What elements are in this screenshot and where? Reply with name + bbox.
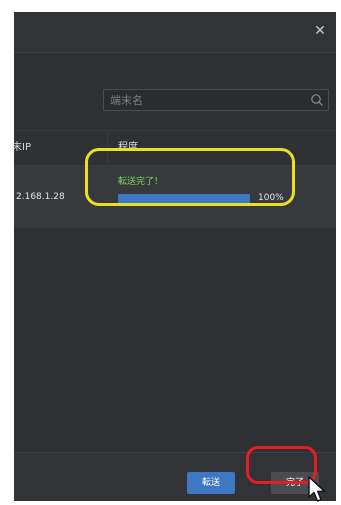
table-header: 末IP 程度 xyxy=(14,130,336,166)
column-header-progress[interactable]: 程度 xyxy=(118,131,138,165)
search-input[interactable] xyxy=(104,90,306,110)
column-divider xyxy=(107,130,108,166)
top-strip xyxy=(14,0,336,12)
transfer-dialog: ✕ 末IP 程度 2.168.1.28 転送完了！ 100% 転送 完了 xyxy=(14,12,336,501)
transfer-status: 転送完了！ xyxy=(118,177,164,187)
device-search-field[interactable] xyxy=(103,89,329,111)
table-row[interactable]: 2.168.1.28 転送完了！ 100% xyxy=(14,166,336,228)
progress-bar-fill xyxy=(118,194,250,206)
dialog-footer: 転送 完了 xyxy=(14,452,336,501)
progress-percent: 100% xyxy=(258,193,284,203)
device-ip: 2.168.1.28 xyxy=(16,192,65,202)
column-header-ip[interactable]: 末IP xyxy=(14,131,31,165)
close-icon[interactable]: ✕ xyxy=(312,23,328,39)
dialog-titlebar: ✕ xyxy=(14,12,336,53)
progress-bar xyxy=(118,194,250,206)
mouse-cursor-icon xyxy=(308,476,326,502)
search-icon[interactable] xyxy=(310,93,324,107)
transfer-button[interactable]: 転送 xyxy=(187,472,235,494)
